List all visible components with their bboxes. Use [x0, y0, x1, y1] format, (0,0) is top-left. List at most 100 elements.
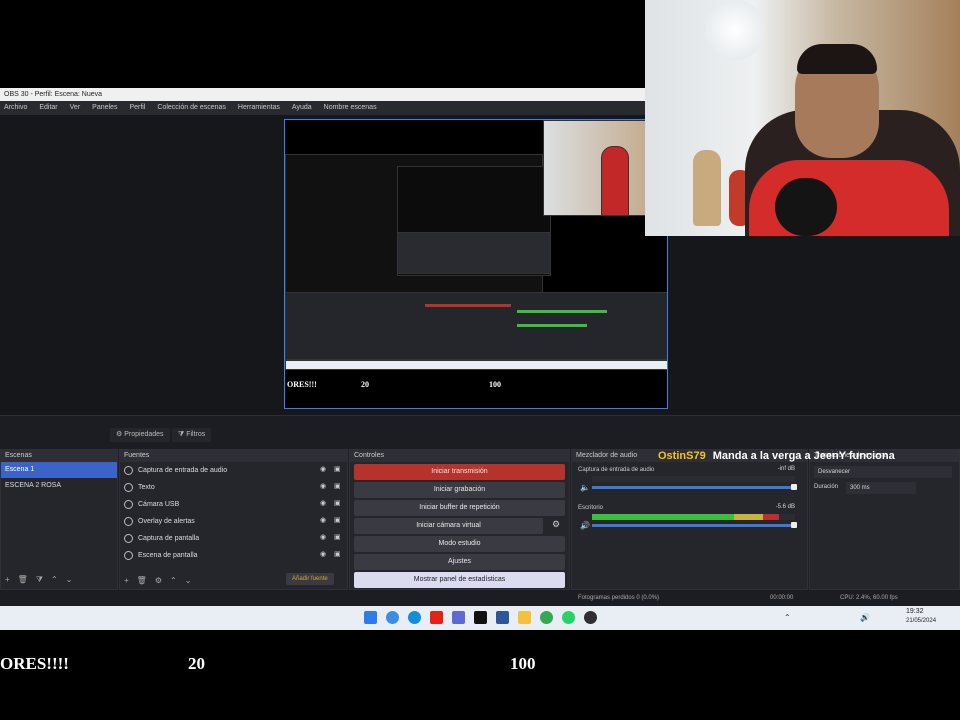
menu-perfil[interactable]: Perfil: [129, 101, 145, 115]
gear-icon[interactable]: ⚙: [552, 519, 560, 530]
start-recording-button[interactable]: Iniciar grabación: [354, 482, 565, 498]
lock-icon[interactable]: ▣: [334, 500, 342, 508]
volume-slider[interactable]: [592, 524, 795, 527]
arrow-down-icon[interactable]: ⌄: [185, 576, 192, 585]
scenes-footer: + 🗑 ⧩ ⌃ ⌄: [5, 575, 72, 585]
obs-icon[interactable]: [584, 611, 597, 624]
track-name: Captura de entrada de audio: [578, 467, 655, 473]
menu-ver[interactable]: Ver: [70, 101, 81, 115]
speaker-icon[interactable]: 🔈: [580, 484, 590, 492]
arrow-down-icon[interactable]: ⌄: [66, 575, 73, 585]
clock-date[interactable]: 21/05/2024: [906, 618, 936, 624]
menu-paneles[interactable]: Paneles: [92, 101, 117, 115]
eye-icon[interactable]: ◉: [320, 551, 328, 559]
scene-item[interactable]: ESCENA 2 ROSA: [1, 478, 117, 494]
eye-icon[interactable]: ◉: [320, 500, 328, 508]
whatsapp-icon[interactable]: [562, 611, 575, 624]
source-row[interactable]: Captura de pantalla ◉ ▣: [120, 530, 347, 547]
source-row[interactable]: Texto ◉ ▣: [120, 479, 347, 496]
settings-button[interactable]: Ajustes: [354, 554, 565, 570]
calculator-icon[interactable]: [452, 611, 465, 624]
duration-input[interactable]: 300 ms: [846, 482, 916, 494]
trash-icon[interactable]: 🗑: [18, 575, 28, 585]
source-row[interactable]: Cámara USB ◉ ▣: [120, 496, 347, 513]
banner-number-1: 20: [188, 654, 205, 673]
folder-icon[interactable]: [518, 611, 531, 624]
lock-icon[interactable]: ▣: [334, 466, 342, 474]
gear-icon[interactable]: ⚙: [155, 576, 162, 585]
lock-icon[interactable]: ▣: [334, 517, 342, 525]
scenes-header: Escenas: [1, 450, 117, 462]
transition-type-select[interactable]: Desvanecer: [814, 466, 952, 478]
sources-dock: Fuentes Captura de entrada de audio ◉ ▣ …: [119, 449, 348, 590]
scenes-dock: Escenas Escena 1 ESCENA 2 ROSA + 🗑 ⧩ ⌃ ⌄: [0, 449, 118, 590]
audio-meter: [592, 514, 795, 520]
source-type-icon: [124, 483, 133, 492]
bottom-banner: ORES!!!! 20 100: [0, 630, 960, 720]
arrow-up-icon[interactable]: ⌃: [51, 575, 58, 585]
figurine: [693, 150, 721, 226]
eye-icon[interactable]: ◉: [320, 534, 328, 542]
tiktok-icon[interactable]: [474, 611, 487, 624]
tray-chevron-icon[interactable]: ⌃: [784, 613, 791, 622]
meter-fill-green: [592, 514, 735, 520]
add-source-button[interactable]: Añadir fuente: [286, 573, 334, 585]
scene-item[interactable]: Escena 1: [1, 462, 117, 478]
eye-icon[interactable]: ◉: [320, 483, 328, 491]
filter-icon[interactable]: ⧩: [36, 575, 43, 585]
volume-knob[interactable]: [791, 522, 797, 528]
menu-herramientas[interactable]: Herramientas: [238, 101, 280, 115]
chrome-icon[interactable]: [540, 611, 553, 624]
source-type-icon: [124, 466, 133, 475]
eye-icon[interactable]: ◉: [320, 466, 328, 474]
chat-text: Manda a la verga a JeenY funciona: [712, 450, 895, 462]
meter-fill-red: [762, 514, 779, 520]
clock-time[interactable]: 19:32: [906, 608, 924, 615]
add-icon[interactable]: +: [5, 575, 10, 585]
replay-buffer-button[interactable]: Iniciar buffer de repetición: [354, 500, 565, 516]
speaker-icon[interactable]: 🔊: [580, 522, 590, 530]
youtube-icon[interactable]: [430, 611, 443, 624]
lock-icon[interactable]: ▣: [334, 534, 342, 542]
volume-knob[interactable]: [791, 484, 797, 490]
edge-icon[interactable]: [408, 611, 421, 624]
lock-icon[interactable]: ▣: [334, 551, 342, 559]
menu-coleccion-escenas[interactable]: Colección de escenas: [157, 101, 226, 115]
stats-button[interactable]: Mostrar panel de estadísticas: [354, 572, 565, 588]
source-type-icon: [124, 551, 133, 560]
virtual-camera-button[interactable]: Iniciar cámara virtual: [354, 518, 543, 534]
menu-nombre-escenas[interactable]: Nombre escenas: [324, 101, 377, 115]
sources-header: Fuentes: [120, 450, 347, 462]
track-level: -5.6 dB: [775, 504, 795, 510]
properties-button[interactable]: ⚙ Propiedades: [110, 428, 170, 442]
filters-button[interactable]: ⧩ Filtros: [172, 428, 212, 442]
ceiling-light: [705, 0, 765, 60]
menu-editar[interactable]: Editar: [39, 101, 57, 115]
start-streaming-button[interactable]: Iniciar transmisión: [354, 464, 565, 480]
trash-icon[interactable]: 🗑: [137, 576, 147, 585]
lock-icon[interactable]: ▣: [334, 483, 342, 491]
arrow-up-icon[interactable]: ⌃: [170, 576, 177, 585]
add-icon[interactable]: +: [124, 576, 129, 585]
audio-mixer-dock: Mezclador de audio Captura de entrada de…: [571, 449, 808, 590]
menu-archivo[interactable]: Archivo: [4, 101, 27, 115]
studio-mode-button[interactable]: Modo estudio: [354, 536, 565, 552]
source-row[interactable]: Captura de entrada de audio ◉ ▣: [120, 462, 347, 479]
dropped-frames: Fotogramas perdidos 0 (0.0%): [578, 595, 660, 601]
volume-slider[interactable]: [592, 486, 795, 489]
source-row[interactable]: Escena de pantalla ◉ ▣: [120, 547, 347, 564]
nested-overlay-text: ORES!!! 20 100: [285, 378, 667, 394]
windows-start-icon[interactable]: [364, 611, 377, 624]
word-icon[interactable]: [496, 611, 509, 624]
nested-overlay-label: ORES!!!: [287, 380, 317, 389]
eye-icon[interactable]: ◉: [320, 517, 328, 525]
source-type-icon: [124, 534, 133, 543]
stream-time: 00:00:00: [770, 595, 794, 601]
volume-icon[interactable]: 🔊: [860, 613, 870, 622]
menu-ayuda[interactable]: Ayuda: [292, 101, 312, 115]
source-row[interactable]: Overlay de alertas ◉ ▣: [120, 513, 347, 530]
search-icon[interactable]: [386, 611, 399, 624]
preview-canvas[interactable]: ORES!!! 20 100: [284, 119, 668, 409]
taskbar: ⌃ 🔊 19:32 21/05/2024: [0, 606, 960, 630]
controls-header: Controles: [350, 450, 569, 462]
